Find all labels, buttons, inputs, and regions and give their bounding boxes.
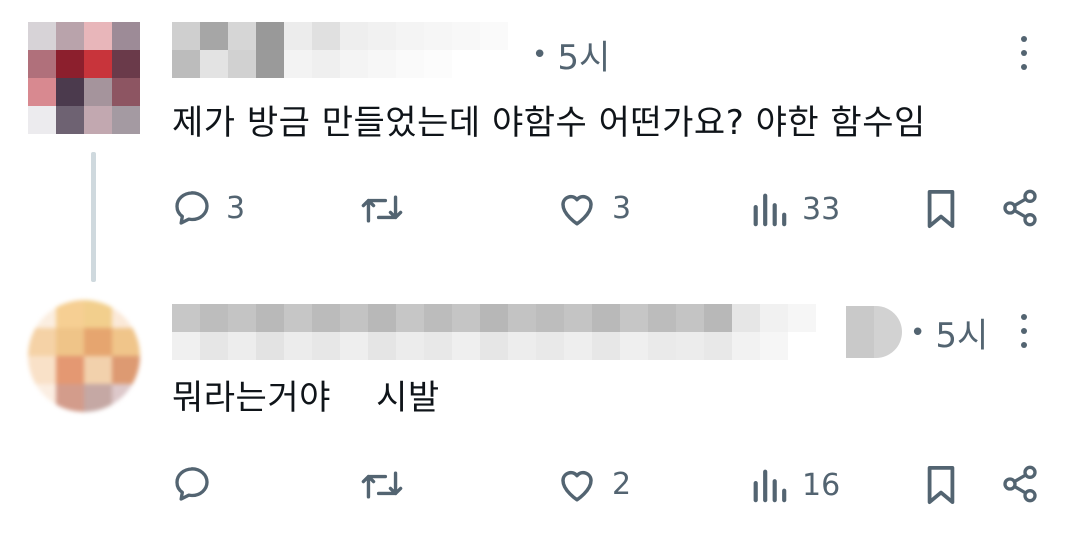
- retweet-button[interactable]: [360, 466, 418, 504]
- bookmark-button[interactable]: [922, 464, 960, 506]
- separator-dot: •: [910, 317, 926, 348]
- more-vertical-icon[interactable]: [1014, 36, 1034, 70]
- reply-count: 3: [226, 190, 246, 226]
- action-bar: 2 16: [0, 464, 1080, 514]
- username-redacted-row2: [172, 50, 452, 78]
- like-count: 2: [612, 466, 632, 502]
- more-vertical-icon[interactable]: [1014, 314, 1034, 348]
- heart-icon: [561, 470, 593, 502]
- post-time[interactable]: 5시: [557, 30, 610, 79]
- views-button[interactable]: 33: [750, 190, 840, 228]
- post-time[interactable]: 5시: [935, 308, 988, 357]
- avatar-blurred[interactable]: [28, 300, 140, 412]
- retweet-button[interactable]: [360, 190, 418, 228]
- share-icon: [1003, 465, 1037, 503]
- reply-icon: [175, 467, 209, 501]
- view-count: 16: [802, 467, 841, 503]
- like-count: 3: [612, 190, 632, 226]
- reply-button[interactable]: 3: [172, 188, 245, 228]
- views-icon: [753, 469, 787, 503]
- reply-button[interactable]: [172, 464, 226, 504]
- handle-redacted: [172, 332, 788, 360]
- bookmark-button[interactable]: [922, 188, 960, 230]
- views-button[interactable]: 16: [750, 466, 840, 504]
- username-redacted[interactable]: [172, 22, 508, 50]
- bookmark-icon: [927, 190, 955, 228]
- separator-dot: •: [532, 39, 548, 70]
- share-icon: [1003, 189, 1037, 227]
- post-1[interactable]: • 5시 제가 방금 만들었는데 야함수 어떤가요? 야한 함수임 3 3 33: [0, 0, 1080, 282]
- post-meta: • 5시: [910, 308, 988, 357]
- view-count: 33: [802, 191, 841, 227]
- retweet-icon: [361, 195, 403, 223]
- post-meta: • 5시: [532, 30, 610, 79]
- retweet-icon: [361, 471, 403, 499]
- share-button[interactable]: [1000, 464, 1040, 504]
- handle-redacted-2: [846, 306, 902, 358]
- bookmark-icon: [927, 466, 955, 504]
- like-button[interactable]: 2: [556, 464, 631, 504]
- tweet-text: 제가 방금 만들었는데 야함수 어떤가요? 야한 함수임: [172, 103, 926, 143]
- action-bar: 3 3 33: [0, 188, 1080, 238]
- heart-icon: [561, 194, 593, 226]
- avatar-pixelated[interactable]: [28, 22, 140, 134]
- like-button[interactable]: 3: [556, 188, 631, 228]
- post-2[interactable]: • 5시 뭐라는거야 시발 2 16: [0, 278, 1080, 534]
- username-redacted[interactable]: [172, 304, 844, 332]
- reply-icon: [175, 191, 209, 225]
- share-button[interactable]: [1000, 188, 1040, 228]
- tweet-text: 뭐라는거야 시발: [172, 378, 440, 418]
- views-icon: [753, 193, 787, 227]
